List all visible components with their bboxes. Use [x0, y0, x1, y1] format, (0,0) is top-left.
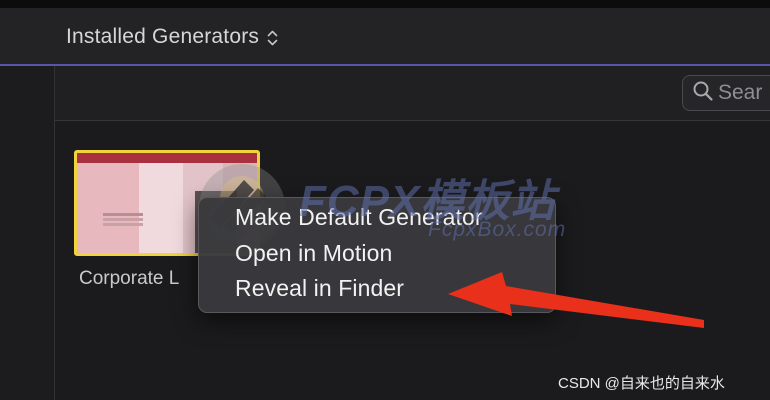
category-title: Installed Generators: [66, 25, 260, 48]
thumbnail-text-lines: [103, 213, 143, 216]
chevron-updown-icon: [267, 29, 278, 47]
browser-header: Installed Generators: [0, 8, 770, 64]
credit-watermark: CSDN @自来也的自来水: [558, 375, 725, 392]
search-input[interactable]: [718, 81, 770, 105]
generator-name: Corporate L: [79, 268, 180, 289]
menu-item-reveal-in-finder[interactable]: Reveal in Finder: [235, 275, 404, 302]
red-arrow-annotation: [448, 272, 704, 328]
menu-item-open-in-motion[interactable]: Open in Motion: [235, 240, 392, 267]
generators-category-popup[interactable]: Installed Generators: [66, 25, 278, 49]
thumbnail-panel: [139, 163, 183, 253]
search-icon: [692, 80, 714, 107]
watermark-subtitle: FcpxBox.com: [428, 218, 567, 241]
window-top-strip: [0, 0, 770, 8]
sidebar-column: [0, 66, 55, 400]
search-bar: [55, 66, 770, 121]
search-field[interactable]: [682, 75, 770, 111]
thumbnail-panel: [77, 163, 139, 253]
